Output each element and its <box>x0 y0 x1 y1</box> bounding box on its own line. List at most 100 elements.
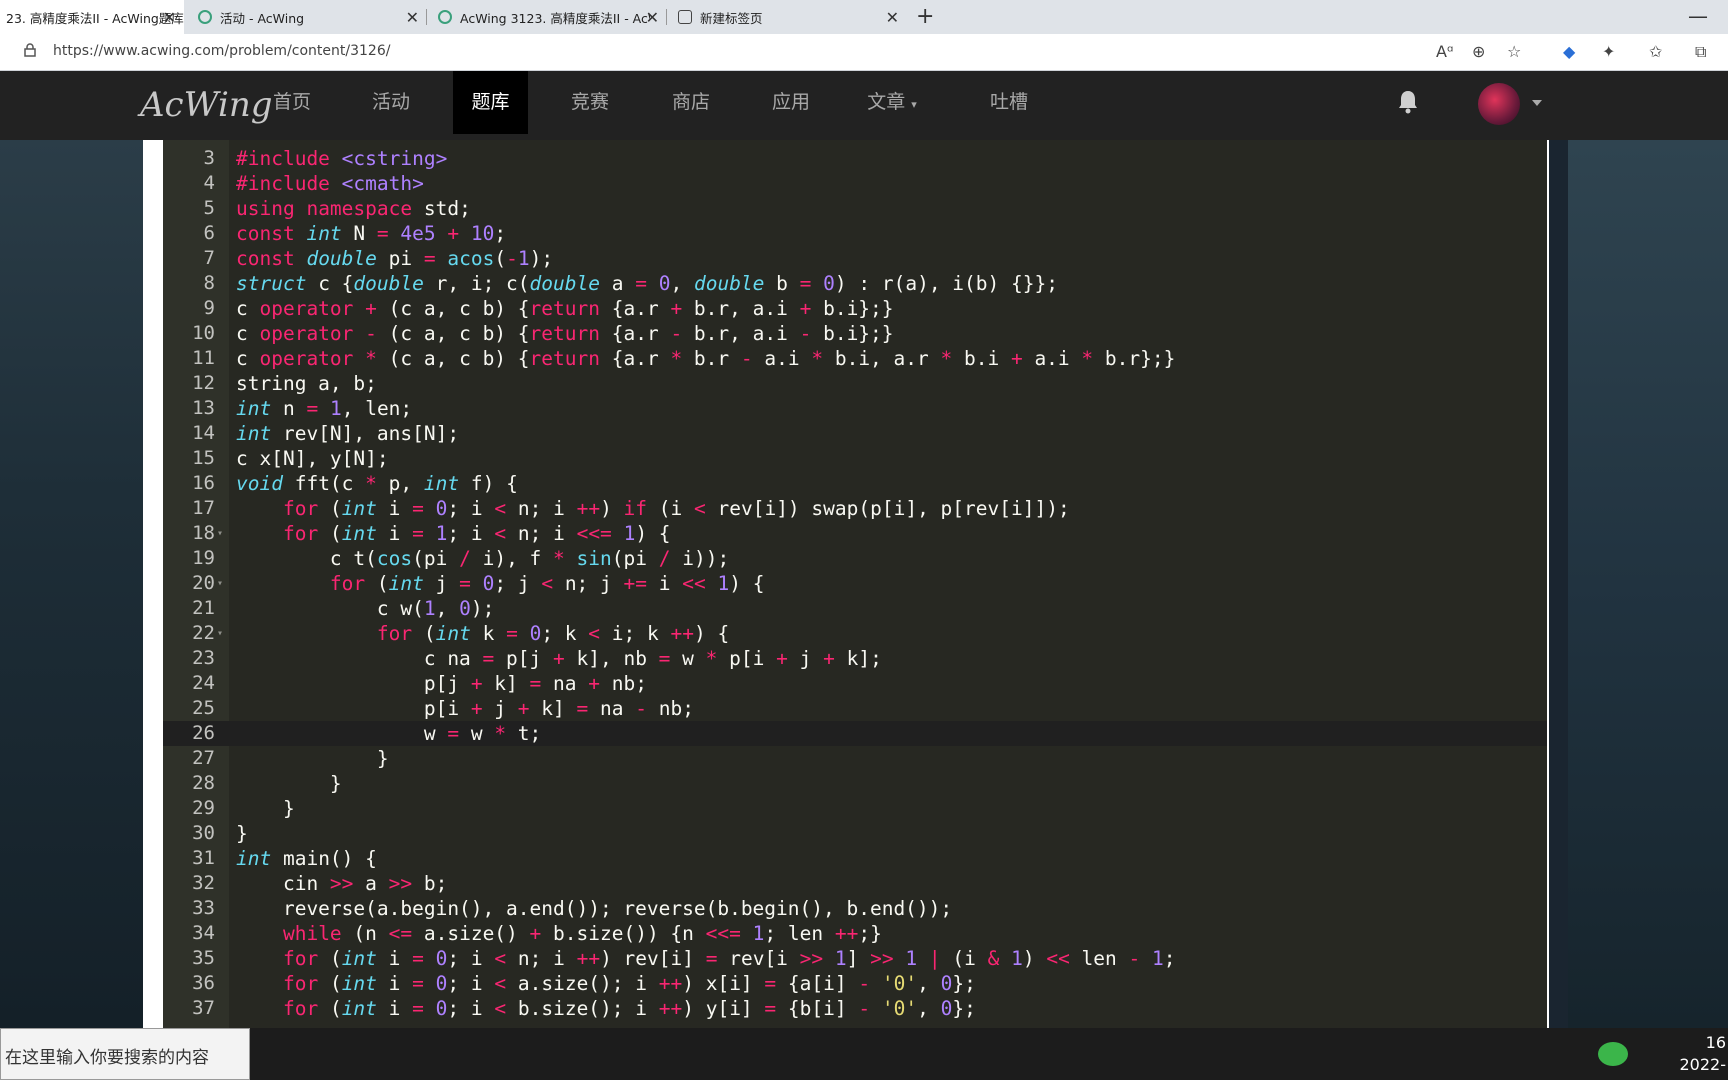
line-number: 14 <box>192 422 215 444</box>
line-number: 26 <box>192 722 215 744</box>
code-text: c operator * (c a, c b) {return {a.r * b… <box>236 347 1176 370</box>
tab-title: 23. 高精度乘法II - AcWing题库 <box>6 10 184 26</box>
code-line[interactable]: 24 p[j + k] = na + nb; <box>163 671 1547 696</box>
line-number: 10 <box>192 322 215 344</box>
code-text: for (int j = 0; j < n; j += i << 1) { <box>329 572 765 595</box>
nav-shop[interactable]: 商店 <box>661 71 721 134</box>
tab-title: AcWing 3123. 高精度乘法II - AcW <box>460 10 650 26</box>
code-line[interactable]: 15 c x[N], y[N]; <box>163 446 1547 471</box>
url-field[interactable]: https://www.acwing.com/problem/content/3… <box>53 43 390 59</box>
nav-articles[interactable]: 文章 ▾ <box>862 71 922 134</box>
nav-problems[interactable]: 题库 <box>453 71 528 134</box>
code-line[interactable]: 18 ▾ for (int i = 1; i < n; i <<= 1) { <box>163 521 1547 546</box>
code-line[interactable]: 9 c operator + (c a, c b) {return {a.r + … <box>163 296 1547 321</box>
close-tab-icon[interactable]: ✕ <box>163 8 176 27</box>
code-text: #include <cstring> <box>236 147 448 170</box>
code-line[interactable]: 3 #include <cstring> <box>163 146 1547 171</box>
code-editor[interactable]: 3 #include <cstring> 4 #include <cmath> 5 usi… <box>163 140 1547 1028</box>
code-line[interactable]: 6 const int N = 4e5 + 10; <box>163 221 1547 246</box>
bell-icon[interactable] <box>1397 89 1419 115</box>
code-text: c operator - (c a, c b) {return {a.r - b… <box>236 322 894 345</box>
line-number: 29 <box>192 797 215 819</box>
fold-toggle-icon[interactable]: ▾ <box>217 621 223 646</box>
code-line[interactable]: 19 c t(cos(pi / i), f * sin(pi / i)); <box>163 546 1547 571</box>
wechat-tray-icon[interactable] <box>1598 1042 1628 1066</box>
code-line[interactable]: 28 } <box>163 771 1547 796</box>
tab-title: 新建标签页 <box>700 10 763 26</box>
acwing-logo[interactable]: AcWing <box>140 85 272 125</box>
code-line[interactable]: 7 const double pi = acos(-1); <box>163 246 1547 271</box>
code-line[interactable]: 8 struct c {double r, i; c(double a = 0, … <box>163 271 1547 296</box>
line-number: 19 <box>192 547 215 569</box>
code-line[interactable]: 11 c operator * (c a, c b) {return {a.r *… <box>163 346 1547 371</box>
extensions-puzzle-icon[interactable]: ✦ <box>1602 42 1615 61</box>
code-line[interactable]: 21 c w(1, 0); <box>163 596 1547 621</box>
code-line[interactable]: 23 c na = p[j + k], nb = w * p[i + j + k… <box>163 646 1547 671</box>
extension-icon[interactable]: ◆ <box>1563 42 1575 61</box>
code-text: for (int i = 0; i < n; i ++) rev[i] = re… <box>282 947 1176 970</box>
line-number: 37 <box>192 997 215 1019</box>
code-line[interactable]: 25 p[i + j + k] = na - nb; <box>163 696 1547 721</box>
background-forest-right <box>1568 140 1728 1028</box>
code-line[interactable]: 36 for (int i = 0; i < a.size(); i ++) x… <box>163 971 1547 996</box>
code-text: cin >> a >> b; <box>236 872 448 895</box>
code-line[interactable]: 32 cin >> a >> b; <box>163 871 1547 896</box>
code-text: p[i + j + k] = na - nb; <box>236 697 694 720</box>
code-line[interactable]: 22 ▾ for (int k = 0; k < i; k ++) { <box>163 621 1547 646</box>
code-text: const int N = 4e5 + 10; <box>236 222 507 245</box>
code-line[interactable]: 14 int rev[N], ans[N]; <box>163 421 1547 446</box>
fold-toggle-icon[interactable]: ▾ <box>217 571 223 596</box>
chevron-down-icon[interactable] <box>1532 100 1542 106</box>
nav-apps[interactable]: 应用 <box>761 71 821 134</box>
line-number: 33 <box>192 897 215 919</box>
tab-acwing-3123[interactable]: AcWing 3123. 高精度乘法II - AcW ✕ <box>430 0 667 34</box>
acwing-favicon-icon <box>198 10 212 24</box>
code-line[interactable]: 20 ▾ for (int j = 0; j < n; j += i << 1) … <box>163 571 1547 596</box>
tab-activity[interactable]: 活动 - AcWing ✕ <box>190 0 427 34</box>
code-line[interactable]: 26 w = w * t; <box>163 721 1547 746</box>
close-tab-icon[interactable]: ✕ <box>646 8 659 27</box>
code-line[interactable]: 16 void fft(c * p, int f) { <box>163 471 1547 496</box>
code-line[interactable]: 4 #include <cmath> <box>163 171 1547 196</box>
tab-acwing-problem[interactable]: 23. 高精度乘法II - AcWing题库 ✕ <box>0 0 184 34</box>
code-line[interactable]: 10 c operator - (c a, c b) {return {a.r -… <box>163 321 1547 346</box>
code-line[interactable]: 37 for (int i = 0; i < b.size(); i ++) y… <box>163 996 1547 1021</box>
code-line[interactable]: 34 while (n <= a.size() + b.size()) {n <… <box>163 921 1547 946</box>
nav-feedback[interactable]: 吐槽 <box>979 71 1039 134</box>
read-aloud-icon[interactable]: Aᵅ <box>1436 42 1453 61</box>
fold-toggle-icon[interactable]: ▾ <box>217 521 223 546</box>
nav-contests[interactable]: 竞赛 <box>560 71 620 134</box>
taskbar-search-box[interactable]: 在这里输入你要搜索的内容 <box>0 1028 250 1080</box>
code-line[interactable]: 13 int n = 1, len; <box>163 396 1547 421</box>
zoom-icon[interactable]: ⊕ <box>1472 42 1485 61</box>
nav-activity[interactable]: 活动 <box>361 71 421 134</box>
code-text: for (int i = 1; i < n; i <<= 1) { <box>282 522 671 545</box>
code-line[interactable]: 30} <box>163 821 1547 846</box>
nav-home[interactable]: 首页 <box>262 71 322 134</box>
code-line[interactable]: 29 } <box>163 796 1547 821</box>
favorites-icon[interactable]: ✩ <box>1649 42 1662 61</box>
code-line[interactable]: 12 string a, b; <box>163 371 1547 396</box>
tab-new-tab-page[interactable]: 新建标签页 ✕ <box>670 0 907 34</box>
code-line[interactable]: 5 using namespace std; <box>163 196 1547 221</box>
taskbar-clock[interactable]: 16 2022- <box>1680 1032 1727 1076</box>
code-line[interactable]: 31 int main() { <box>163 846 1547 871</box>
line-number: 17 <box>192 497 215 519</box>
add-favorite-icon[interactable]: ☆ <box>1507 42 1521 61</box>
user-avatar[interactable] <box>1478 83 1520 125</box>
clock-date: 2022- <box>1679 1055 1727 1074</box>
code-line[interactable]: 33 reverse(a.begin(), a.end()); reverse(… <box>163 896 1547 921</box>
minimize-window-icon[interactable]: — <box>1688 4 1708 28</box>
collections-icon[interactable]: ⧉ <box>1695 42 1706 62</box>
windows-taskbar: 在这里输入你要搜索的内容 16 2022- <box>0 1028 1728 1080</box>
close-tab-icon[interactable]: ✕ <box>406 8 419 27</box>
line-number: 27 <box>192 747 215 769</box>
code-line[interactable]: 17 for (int i = 0; i < n; i ++) if (i < … <box>163 496 1547 521</box>
code-text: struct c {double r, i; c(double a = 0, d… <box>236 272 1058 295</box>
code-line[interactable]: 35 for (int i = 0; i < n; i ++) rev[i] =… <box>163 946 1547 971</box>
code-text: } <box>236 772 342 795</box>
new-tab-button[interactable]: + <box>916 4 934 29</box>
close-tab-icon[interactable]: ✕ <box>886 8 899 27</box>
code-line[interactable]: 27 } <box>163 746 1547 771</box>
lock-icon[interactable] <box>24 43 36 57</box>
